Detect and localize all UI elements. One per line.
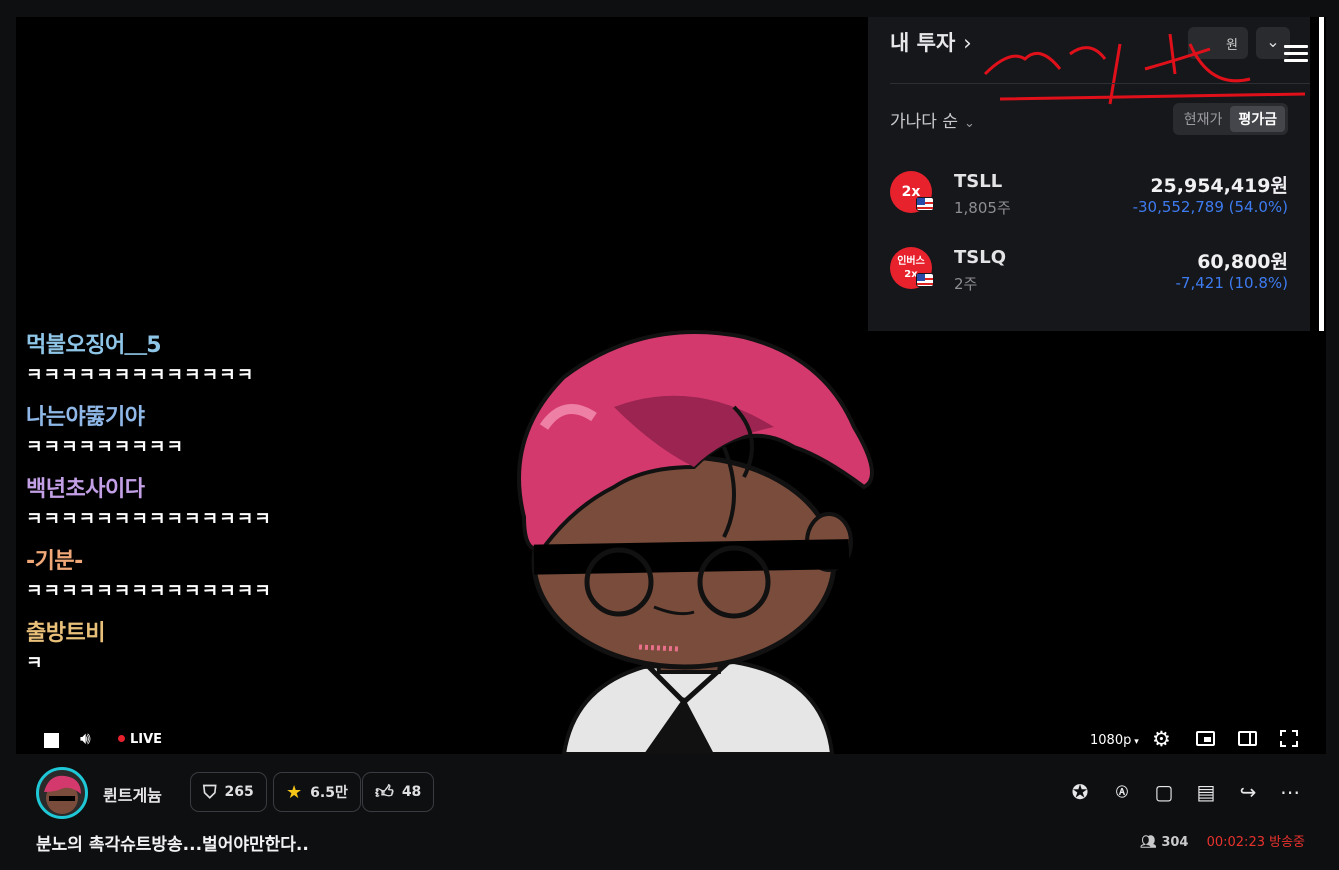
live-indicator: LIVE bbox=[118, 732, 162, 747]
chat-overlay: 먹불오징어＿5 ㅋㅋㅋㅋㅋㅋㅋㅋㅋㅋㅋㅋㅋ 나는야뚫기야 ㅋㅋㅋㅋㅋㅋㅋㅋㅋ 백… bbox=[26, 331, 446, 691]
sort-dropdown[interactable]: 가나다 순 ⌄ bbox=[890, 107, 975, 132]
live-label: LIVE bbox=[130, 732, 163, 747]
holding-change: -7,421 (10.8%) bbox=[1175, 274, 1288, 292]
volume-icon[interactable]: 🔊︎ bbox=[80, 729, 91, 749]
scrollbar[interactable] bbox=[1319, 17, 1324, 331]
chevron-down-icon: ⌄ bbox=[963, 116, 975, 131]
chat-text: ㅋㅋㅋㅋㅋㅋㅋㅋㅋㅋㅋㅋㅋㅋ bbox=[26, 509, 272, 530]
pip-icon[interactable] bbox=[1196, 731, 1215, 746]
chat-text: ㅋㅋㅋㅋㅋㅋㅋㅋㅋㅋㅋㅋㅋ bbox=[26, 365, 255, 386]
holding-value: 25,954,419원 bbox=[1150, 175, 1288, 197]
quality-label: 1080p bbox=[1090, 733, 1132, 748]
invest-title[interactable]: 내 투자 › bbox=[890, 27, 972, 57]
divider bbox=[890, 83, 1310, 84]
holding-quantity: 1,805주 bbox=[954, 199, 1011, 217]
holding-symbol: TSLQ bbox=[954, 247, 1007, 268]
elapsed-time: 00:02:23 방송중 bbox=[1206, 835, 1305, 850]
chat-message: 출방트비 ㅋ bbox=[26, 619, 446, 679]
holding-quantity: 2주 bbox=[954, 275, 978, 293]
investment-overlay: 내 투자 › 원 ⌄ 가나다 순 ⌄ 현재가 평가금 2x TSLL 1,805주 … bbox=[868, 17, 1324, 331]
theater-mode-icon[interactable] bbox=[1238, 731, 1257, 746]
star-icon: ★ bbox=[286, 781, 303, 803]
chat-text: ㅋㅋㅋㅋㅋㅋㅋㅋㅋ bbox=[26, 437, 185, 458]
chat-message: -기분- ㅋㅋㅋㅋㅋㅋㅋㅋㅋㅋㅋㅋㅋㅋ bbox=[26, 547, 446, 607]
holding-change: -30,552,789 (54.0%) bbox=[1132, 198, 1288, 216]
holding-row[interactable]: 인버스 2x TSLQ 2주 60,800원 -7,421 (10.8%) bbox=[890, 243, 1288, 303]
viewers-icon: 👥︎ bbox=[1140, 835, 1162, 850]
channel-avatar[interactable] bbox=[36, 767, 88, 819]
live-dot-icon bbox=[118, 735, 125, 742]
quality-selector[interactable]: 1080p ▾ bbox=[1090, 733, 1139, 748]
chat-username: 출방트비 bbox=[26, 621, 105, 646]
us-flag-icon bbox=[916, 197, 934, 211]
ad-icon[interactable]: Ⓐ bbox=[1101, 780, 1143, 804]
fullscreen-icon[interactable] bbox=[1280, 730, 1298, 747]
sticker-icon[interactable]: ▢ bbox=[1143, 780, 1185, 804]
value-segment-toggle[interactable]: 현재가 평가금 bbox=[1172, 103, 1288, 135]
cheese-count: 265 bbox=[224, 784, 254, 800]
us-flag-icon bbox=[916, 273, 934, 287]
chat-message: 나는야뚫기야 ㅋㅋㅋㅋㅋㅋㅋㅋㅋ bbox=[26, 403, 446, 463]
like-count-button[interactable]: 👍︎ 48 bbox=[362, 772, 435, 812]
action-bar: ✪ Ⓐ ▢ ▤ ↪ ⋯ bbox=[1059, 780, 1311, 804]
holding-row[interactable]: 2x TSLL 1,805주 25,954,419원 -30,552,789 (… bbox=[890, 167, 1288, 227]
segment-current-price[interactable]: 현재가 bbox=[1176, 106, 1231, 132]
cheese-count-button[interactable]: ⛉ 265 bbox=[190, 772, 267, 812]
viewer-count-value: 304 bbox=[1161, 835, 1189, 850]
chevron-right-icon: › bbox=[963, 31, 972, 55]
chat-username: 백년초사이다 bbox=[26, 477, 145, 502]
holding-symbol: TSLL bbox=[954, 171, 1003, 192]
player-controls: 🔊︎ LIVE 1080p ▾ ⚙ bbox=[16, 726, 1326, 754]
stream-info-bar: 륀트게늄 ⛉ 265 ★ 6.5만 👍︎ 48 분노의 촉각슈트방송...벌어야만한다… bbox=[0, 754, 1339, 870]
viewer-count: 👥︎ 304 bbox=[1140, 835, 1188, 850]
chat-message: 먹불오징어＿5 ㅋㅋㅋㅋㅋㅋㅋㅋㅋㅋㅋㅋㅋ bbox=[26, 331, 446, 391]
channel-name[interactable]: 륀트게늄 bbox=[103, 782, 162, 806]
cheese-icon: ⛉ bbox=[203, 781, 217, 803]
stream-title: 분노의 촉각슈트방송...벌어야만한다.. bbox=[36, 835, 309, 855]
follower-count: 6.5만 bbox=[310, 785, 348, 801]
red-scribble-annotation bbox=[983, 33, 1306, 105]
share-icon[interactable]: ↪ bbox=[1227, 780, 1269, 804]
like-count: 48 bbox=[401, 784, 422, 800]
stream-stats: 👥︎ 304 00:02:23 방송중 bbox=[1140, 831, 1305, 850]
clip-icon[interactable]: ▤ bbox=[1185, 780, 1227, 804]
follow-count-button[interactable]: ★ 6.5만 bbox=[273, 772, 361, 812]
favorite-star-icon[interactable]: ✪ bbox=[1059, 780, 1101, 804]
more-icon[interactable]: ⋯ bbox=[1269, 780, 1311, 804]
stop-icon[interactable] bbox=[44, 733, 59, 748]
gear-icon[interactable]: ⚙ bbox=[1152, 727, 1171, 751]
chat-text: ㅋ bbox=[26, 653, 44, 674]
holding-value: 60,800원 bbox=[1197, 251, 1288, 273]
segment-valuation[interactable]: 평가금 bbox=[1230, 106, 1285, 132]
chat-username: 먹불오징어＿5 bbox=[26, 333, 162, 358]
thumbs-up-icon: 👍︎ bbox=[375, 782, 394, 803]
video-player[interactable]: 먹불오징어＿5 ㅋㅋㅋㅋㅋㅋㅋㅋㅋㅋㅋㅋㅋ 나는야뚫기야 ㅋㅋㅋㅋㅋㅋㅋㅋㅋ 백… bbox=[16, 17, 1326, 754]
chat-message: 백년초사이다 ㅋㅋㅋㅋㅋㅋㅋㅋㅋㅋㅋㅋㅋㅋ bbox=[26, 475, 446, 535]
caret-down-icon: ▾ bbox=[1131, 737, 1139, 747]
chat-username: 나는야뚫기야 bbox=[26, 405, 145, 430]
sort-label: 가나다 순 bbox=[890, 112, 958, 132]
invest-title-text: 내 투자 bbox=[890, 31, 956, 55]
streamer-avatar-illustration bbox=[517, 330, 874, 754]
chat-username: -기분- bbox=[26, 549, 83, 574]
chat-text: ㅋㅋㅋㅋㅋㅋㅋㅋㅋㅋㅋㅋㅋㅋ bbox=[26, 581, 272, 602]
